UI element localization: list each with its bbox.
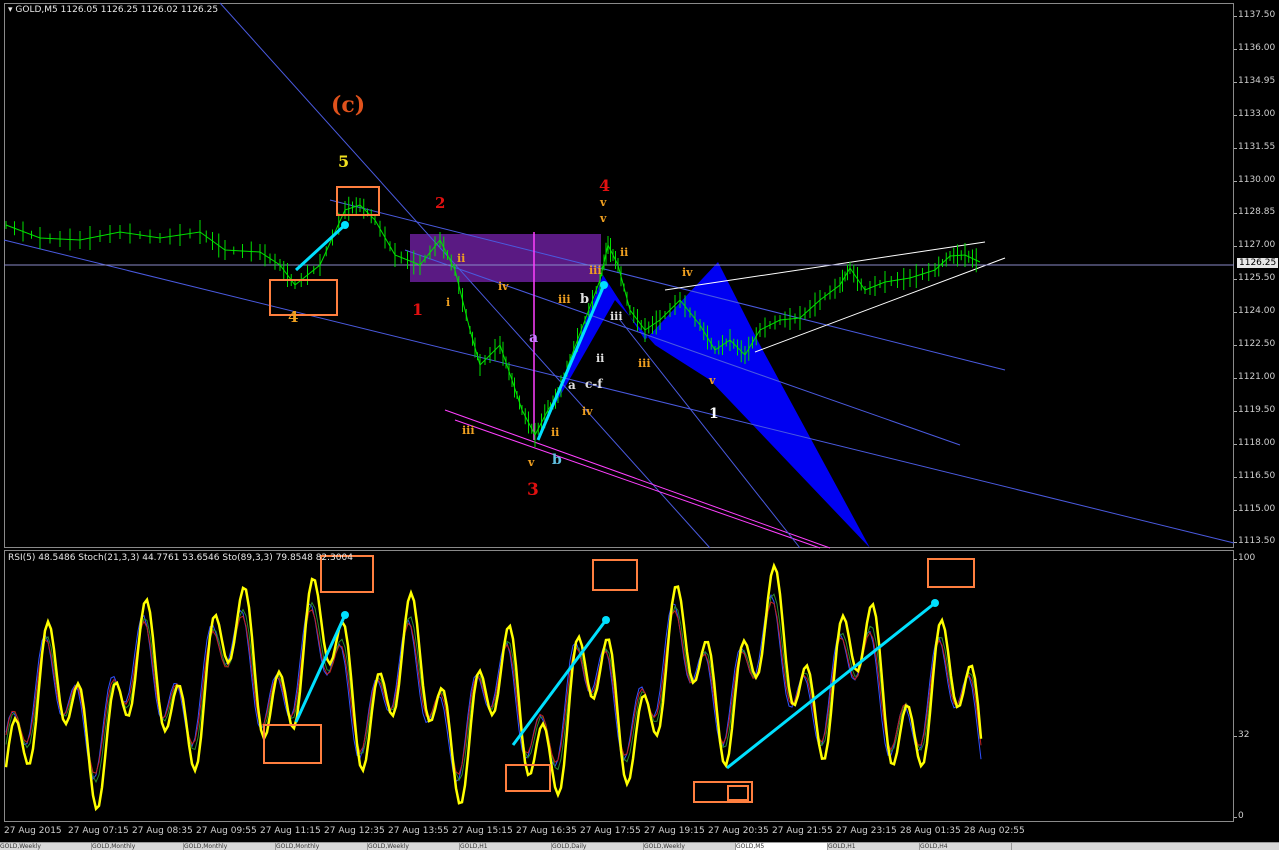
wave-label: v (600, 196, 607, 209)
indicator-box (505, 764, 551, 792)
price-tick: 1115.00 (1233, 503, 1276, 514)
indicator-box (592, 559, 638, 591)
price-tick: 1134.95 (1233, 75, 1276, 86)
wave-label: 4 (599, 176, 611, 195)
wave-label: 1 (412, 300, 424, 319)
wave-label: i (446, 296, 451, 309)
wave-label: 5 (338, 152, 350, 171)
time-tick: 27 Aug 16:35 (516, 826, 577, 836)
price-tick: 1131.55 (1233, 141, 1276, 152)
trend-line (454, 419, 821, 549)
price-tick: 1136.00 (1233, 42, 1276, 53)
wave-label: v (709, 374, 716, 387)
indicator-arrow-head (931, 599, 939, 607)
indicator-box (727, 785, 749, 801)
price-tick: 1122.50 (1233, 339, 1276, 349)
ohlc-readout: 1126.05 1126.25 1126.02 1126.25 (60, 5, 219, 15)
indicator-tick: 0 (1234, 811, 1244, 821)
time-tick: 27 Aug 11:15 (260, 826, 321, 836)
trend-line (754, 257, 1006, 353)
time-tick: 27 Aug 08:35 (132, 826, 193, 836)
time-tick: 27 Aug 15:15 (452, 826, 513, 836)
wave-label: iii (462, 424, 475, 437)
price-tick: 1113.50 (1233, 536, 1276, 547)
symbol-label: GOLD,M5 (15, 5, 58, 15)
wave-label: ii (620, 246, 629, 259)
indicator-arrow-head (602, 616, 610, 624)
wave-label: a (568, 378, 576, 392)
wave-label: v (600, 212, 607, 225)
indicator-arrow-head (341, 611, 349, 619)
time-tick: 27 Aug 09:55 (196, 826, 257, 836)
time-tick: 28 Aug 01:35 (900, 826, 961, 836)
time-tick: 27 Aug 2015 (4, 826, 62, 836)
price-tick: 1137.50 (1233, 10, 1276, 20)
wave-label: (c) (331, 92, 366, 118)
indicator-tick: 32 (1233, 730, 1250, 740)
indicator-arrow (726, 601, 936, 770)
wave-label: v (528, 456, 535, 469)
trend-line (219, 2, 711, 549)
wave-label: iii (638, 357, 651, 370)
price-tick: 1118.00 (1233, 437, 1276, 448)
indicator-header: RSI(5) 48.5486 Stoch(21,3,3) 44.7761 53.… (8, 553, 353, 563)
chart-header: ▾ GOLD,M5 1126.05 1126.25 1126.02 1126.2… (8, 5, 218, 15)
wave-label: iv (582, 405, 593, 418)
price-tick: 1119.50 (1233, 404, 1276, 415)
arrow-head (341, 221, 349, 229)
price-tick: 1128.85 (1233, 207, 1276, 218)
price-tick: 1124.00 (1233, 306, 1276, 317)
time-tick: 27 Aug 19:15 (644, 826, 705, 836)
wave-label: 1 (709, 406, 719, 422)
wave-label: 3 (527, 480, 539, 500)
time-tick: 27 Aug 07:15 (68, 826, 129, 836)
indicator-box (263, 724, 322, 764)
highlight-box (269, 279, 338, 316)
time-tick: 27 Aug 21:55 (772, 826, 833, 836)
wave-label: iii (610, 310, 623, 323)
wave-label: ii (457, 252, 466, 265)
current-price-label: 1126.25 (1237, 258, 1279, 268)
trend-line (3, 239, 1235, 544)
price-tick: 1116.50 (1233, 470, 1276, 481)
wave-label: iii (558, 293, 571, 306)
chart-drawings (3, 2, 1235, 812)
indicator-axis[interactable]: 100 32 0 (1233, 550, 1279, 822)
wave-label: a (529, 330, 539, 346)
trend-line (664, 241, 986, 291)
wave-label: ii (596, 352, 605, 365)
wave-label: c-f (585, 377, 603, 391)
indicator-tick: 100 (1233, 553, 1256, 563)
wave-label: b (552, 452, 562, 468)
dropdown-icon[interactable]: ▾ (8, 5, 13, 15)
time-tick: 27 Aug 20:35 (708, 826, 769, 836)
time-tick: 27 Aug 13:55 (388, 826, 449, 836)
time-tick: 27 Aug 23:15 (836, 826, 897, 836)
wave-label: iv (498, 280, 509, 293)
price-axis[interactable]: 1137.50 1136.00 1134.95 1133.00 1131.55 1130.… (1233, 0, 1279, 548)
wave-label: 4 (288, 308, 299, 326)
wave-label: b (580, 292, 590, 307)
wave-label: iii (589, 264, 602, 277)
price-tick: 1130.00 (1233, 174, 1276, 185)
indicator-box (927, 558, 975, 588)
time-tick: 28 Aug 02:55 (964, 826, 1025, 836)
rsi-line (4, 562, 983, 812)
wave-label: 2 (435, 194, 446, 212)
wave-label: iv (682, 266, 693, 279)
price-tick: 1121.00 (1233, 371, 1276, 382)
trend-line (404, 249, 961, 446)
time-tick: 27 Aug 17:55 (580, 826, 641, 836)
price-tick: 1133.00 (1233, 108, 1276, 119)
price-tick: 1125.50 (1233, 273, 1276, 284)
indicator-arrow (511, 619, 608, 746)
wave-label: ii (551, 426, 560, 439)
arrow-head (600, 281, 608, 289)
price-tick: 1127.00 (1233, 240, 1276, 251)
time-tick: 27 Aug 12:35 (324, 826, 385, 836)
